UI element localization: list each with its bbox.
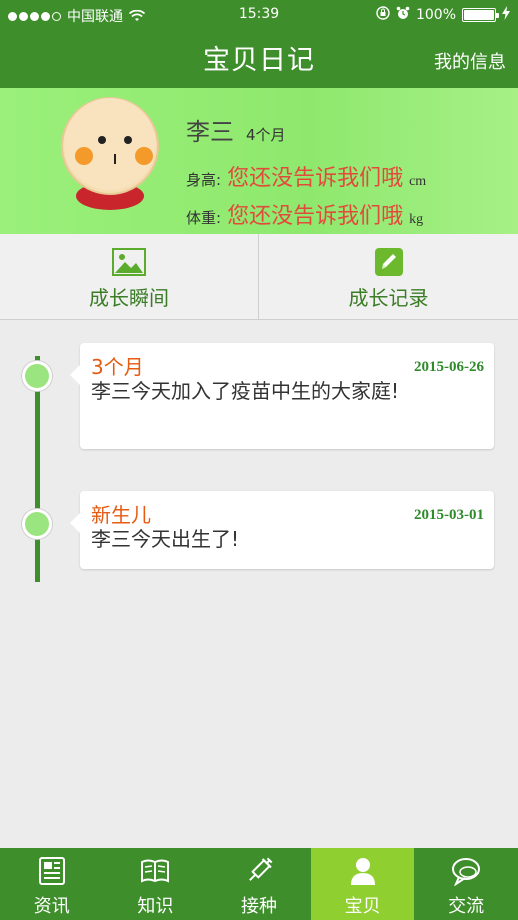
entry-title: 新生儿	[91, 503, 151, 527]
battery-icon	[462, 8, 499, 22]
bottom-nav: 资讯 知识 接种 宝贝 交流	[0, 848, 518, 920]
weight-value: 您还没告诉我们哦	[227, 204, 404, 229]
nav-item-baby[interactable]: 宝贝	[310, 848, 415, 920]
growth-tabs: 成长瞬间 成长记录	[0, 234, 518, 320]
rotation-lock-icon	[376, 6, 390, 24]
alarm-icon	[396, 6, 410, 24]
nav-item-news[interactable]: 资讯	[0, 848, 104, 920]
entry-date: 2015-06-26	[414, 359, 484, 375]
height-unit: cm	[409, 174, 427, 189]
my-info-link[interactable]: 我的信息	[434, 48, 506, 74]
tab-label: 成长瞬间	[89, 286, 169, 310]
image-icon	[112, 248, 146, 276]
entry-text: 李三今天加入了疫苗中生的大家庭!	[91, 379, 400, 403]
baby-name: 李三	[186, 118, 234, 146]
tab-growth-records[interactable]: 成长记录	[259, 234, 518, 320]
newspaper-icon	[37, 856, 67, 886]
entry-date: 2015-03-01	[414, 507, 484, 523]
nav-label: 接种	[240, 896, 277, 917]
timeline-card[interactable]: 3个月 2015-06-26 李三今天加入了疫苗中生的大家庭!	[70, 343, 494, 449]
baby-age: 4个月	[246, 126, 286, 144]
nav-item-vaccination[interactable]: 接种	[207, 848, 311, 920]
status-right-group: 100%	[376, 6, 510, 24]
top-bar: 中国联通 15:39 100% 宝贝日记 我的信息	[0, 0, 518, 88]
battery-tip	[496, 13, 499, 18]
nav-label: 宝贝	[344, 896, 381, 917]
syringe-icon	[244, 856, 274, 886]
baby-icon	[348, 856, 378, 886]
tab-growth-moments[interactable]: 成长瞬间	[0, 234, 259, 320]
nav-item-community[interactable]: 交流	[414, 848, 518, 920]
entry-text: 李三今天出生了!	[91, 527, 240, 551]
timeline-node	[22, 361, 52, 391]
height-label: 身高:	[186, 171, 222, 189]
book-icon	[140, 856, 170, 886]
battery-fill	[464, 10, 494, 20]
height-row[interactable]: 身高: 您还没告诉我们哦 cm	[186, 160, 426, 192]
pencil-icon	[372, 248, 406, 276]
nav-label: 资讯	[33, 896, 70, 917]
baby-face-icon	[61, 97, 159, 210]
weight-unit: kg	[409, 212, 424, 227]
battery-percent: 100%	[415, 7, 456, 23]
tab-label: 成长记录	[348, 286, 429, 310]
nav-label: 交流	[448, 896, 485, 917]
chat-icon	[451, 856, 481, 887]
name-row: 李三 4个月	[186, 112, 286, 147]
timeline-card[interactable]: 新生儿 2015-03-01 李三今天出生了!	[70, 491, 494, 569]
status-bar: 中国联通 15:39 100%	[0, 0, 518, 30]
entry-title: 3个月	[91, 355, 144, 379]
baby-avatar[interactable]	[60, 94, 160, 214]
nav-label: 知识	[137, 896, 174, 917]
weight-row[interactable]: 体重: 您还没告诉我们哦 kg	[186, 198, 423, 230]
nav-item-knowledge[interactable]: 知识	[104, 848, 208, 920]
baby-profile-panel: 李三 4个月 身高: 您还没告诉我们哦 cm 体重: 您还没告诉我们哦 kg	[0, 88, 518, 234]
charging-icon	[502, 6, 510, 24]
weight-label: 体重:	[186, 209, 222, 227]
timeline-node	[22, 509, 52, 539]
height-value: 您还没告诉我们哦	[227, 166, 404, 191]
